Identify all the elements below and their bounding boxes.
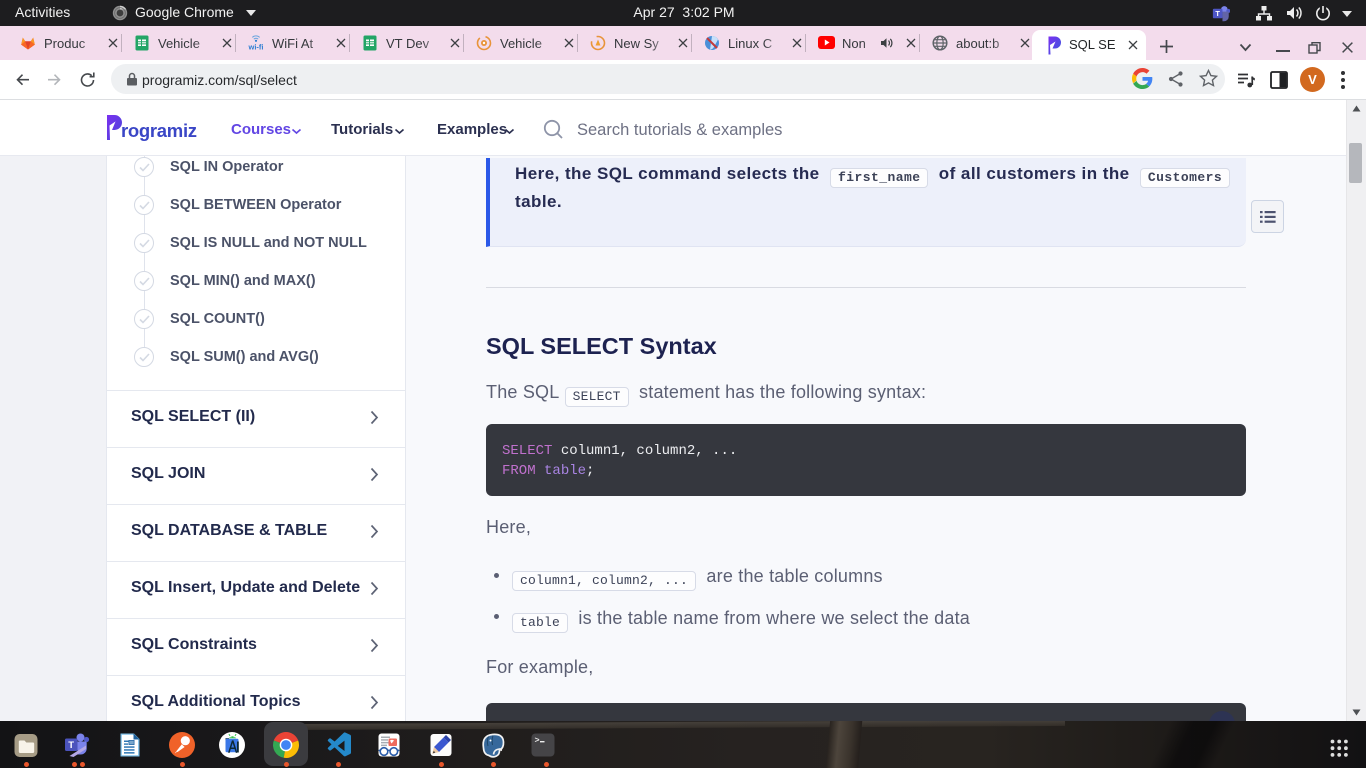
svg-text:wi-fi: wi-fi xyxy=(248,43,264,52)
svg-text:T: T xyxy=(68,740,74,751)
svg-text:T: T xyxy=(1215,9,1220,18)
svg-text:>: > xyxy=(535,736,540,746)
